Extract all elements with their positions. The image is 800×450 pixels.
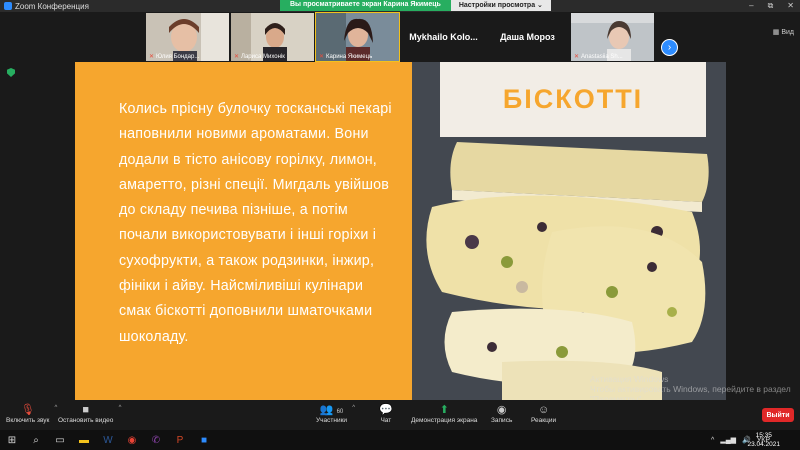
participant-name: Юлия Бондар... [156,53,200,60]
record-icon: ◉ [496,404,507,416]
participant-tile[interactable]: Mykhailo Kolo... [401,13,486,61]
zoom-taskbar-icon[interactable]: ■ [192,430,216,450]
restore-button[interactable]: ⧉ [768,0,774,12]
participant-name: Карина Якимець [326,53,373,60]
muted-mic-icon: ✕ [234,54,240,60]
share-screen-icon: ⬆ [439,404,449,416]
participant-tile[interactable]: Даша Мороз [486,13,569,61]
viber-icon[interactable]: ✆ [144,430,168,450]
slide-title: БІСКОТТІ [502,84,644,114]
share-screen-button[interactable]: ⬆ Демонстрация экрана [411,403,477,424]
network-icon[interactable]: ▂▄▆ [720,436,736,444]
participant-name: Anastasiia Sh... [581,53,623,60]
word-icon[interactable]: W [96,430,120,450]
view-settings-button[interactable]: Настройки просмотра ⌄ [450,0,551,11]
meeting-toolbar: 🎙 Включить звук ^ ■ Остановить видео ^ 👥… [0,400,800,430]
slide-text-panel: Колись прісну булочку тосканські пекарі … [75,62,412,400]
participant-name: Mykhailo Kolo... [409,32,478,42]
unmute-button[interactable]: 🎙 Включить звук ^ [6,403,57,424]
chevron-up-icon[interactable]: ^ [55,405,58,411]
participant-gallery: ✕ Юлия Бондар... ✕ Лариса Михонік ✕ Карина … [0,12,800,62]
reactions-icon: ☺ [537,404,550,416]
taskbar-clock[interactable]: 15:35 23.04.2021 [747,431,780,449]
slide-body-text: Колись прісну булочку тосканські пекарі … [119,101,392,345]
participant-name: Даша Мороз [500,32,555,42]
search-icon[interactable]: ⌕ [24,430,48,450]
slide-title-box: БІСКОТТІ [440,62,706,137]
chrome-icon[interactable]: ◉ [120,430,144,450]
windows-start-icon[interactable]: ⊞ [0,430,24,450]
share-status-text: Вы просматриваете экран Карина Якимець [280,0,451,11]
minimize-button[interactable]: – [749,0,753,12]
muted-mic-icon: ✕ [149,54,155,60]
participant-tile[interactable]: ✕ Anastasiia Sh... [571,13,654,61]
encryption-shield-icon[interactable] [7,68,15,77]
file-explorer-icon[interactable]: ▬ [72,430,96,450]
chat-icon: 💬 [379,404,393,416]
participant-tile[interactable]: ✕ Лариса Михонік [231,13,314,61]
muted-mic-icon: ✕ [574,54,580,60]
participants-count: 60 [336,409,344,415]
muted-mic-icon: ✕ [319,54,325,60]
shared-screen-slide: Колись прісну булочку тосканські пекарі … [75,62,726,400]
reactions-button[interactable]: ☺ Реакции [531,403,556,424]
chat-button[interactable]: 💬 Чат [379,403,393,424]
task-view-icon[interactable]: ▭ [48,430,72,450]
powerpoint-icon[interactable]: P [168,430,192,450]
zoom-app-icon [4,2,12,10]
share-banner: Вы просматриваете экран Карина Якимець Н… [280,0,551,11]
slide-photo-panel: БІСКОТТІ [412,62,726,400]
video-camera-icon: ■ [82,404,90,416]
chevron-up-icon[interactable]: ^ [711,437,714,444]
leave-meeting-button[interactable]: Выйти [762,408,794,422]
chevron-up-icon[interactable]: ^ [352,405,355,411]
window-controls: – ⧉ ✕ [749,0,794,12]
window-title: Zoom Конференция [15,1,89,11]
close-button[interactable]: ✕ [787,0,794,12]
muted-mic-icon: 🎙 [20,404,35,416]
participants-button[interactable]: 👥 60 Участники ^ [316,403,355,424]
participant-tile[interactable]: ✕ Юлия Бондар... [146,13,229,61]
participant-tile-active-speaker[interactable]: ✕ Карина Якимець [315,12,400,62]
windows-taskbar: ⊞ ⌕ ▭ ▬ W ◉ ✆ P ■ [0,430,800,450]
participant-name: Лариса Михонік [241,53,285,60]
view-button[interactable]: ▦ Вид [773,28,794,36]
stop-video-button[interactable]: ■ Остановить видео ^ [58,403,121,424]
chevron-right-icon[interactable]: › [661,39,678,56]
participants-icon: 👥 60 [319,404,344,416]
chevron-up-icon[interactable]: ^ [119,405,122,411]
record-button[interactable]: ◉ Запись [491,403,512,424]
